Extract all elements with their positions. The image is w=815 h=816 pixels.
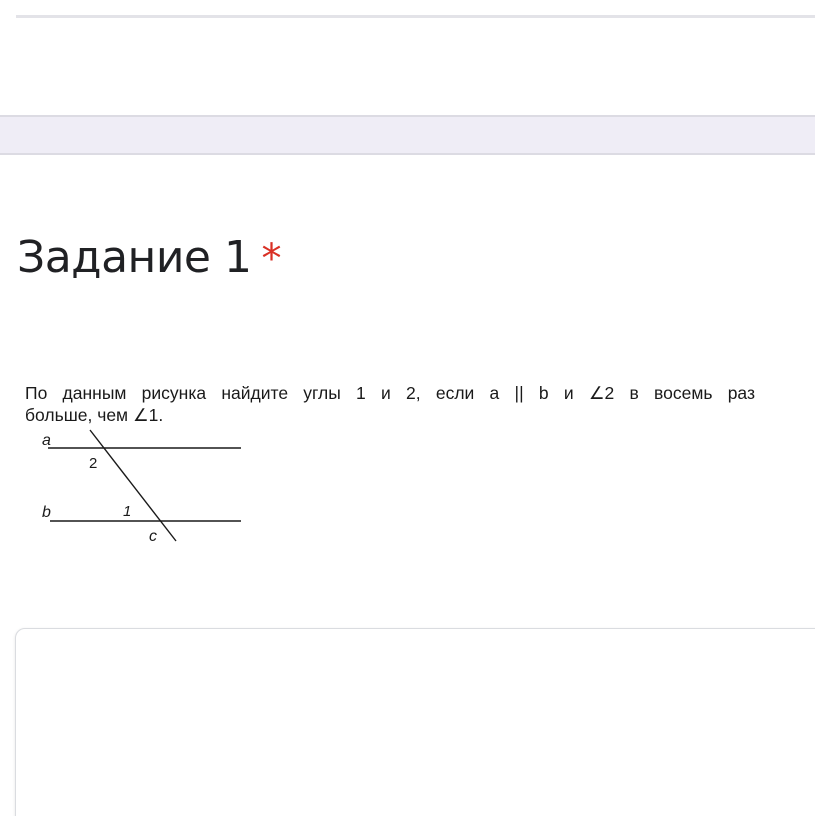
- label-b: b: [42, 504, 51, 521]
- section-separator: [0, 115, 815, 155]
- problem-text-line-1: По данным рисунка найдите углы 1 и 2, ес…: [25, 383, 755, 403]
- label-angle-1: 1: [123, 503, 131, 520]
- answer-card[interactable]: [15, 628, 815, 816]
- required-asterisk: *: [261, 236, 281, 282]
- label-a: a: [42, 432, 51, 449]
- transversal-c: [89, 429, 177, 542]
- question-title-text: Задание 1: [17, 232, 252, 283]
- form-page: Задание 1 * По данным рисунка найдите угл…: [0, 0, 815, 816]
- card-divider: [16, 15, 815, 18]
- label-angle-2: 2: [89, 455, 97, 472]
- geometry-figure: a 2 b 1 c: [42, 429, 241, 545]
- question-title: Задание 1 *: [17, 232, 281, 283]
- label-c: c: [149, 528, 157, 545]
